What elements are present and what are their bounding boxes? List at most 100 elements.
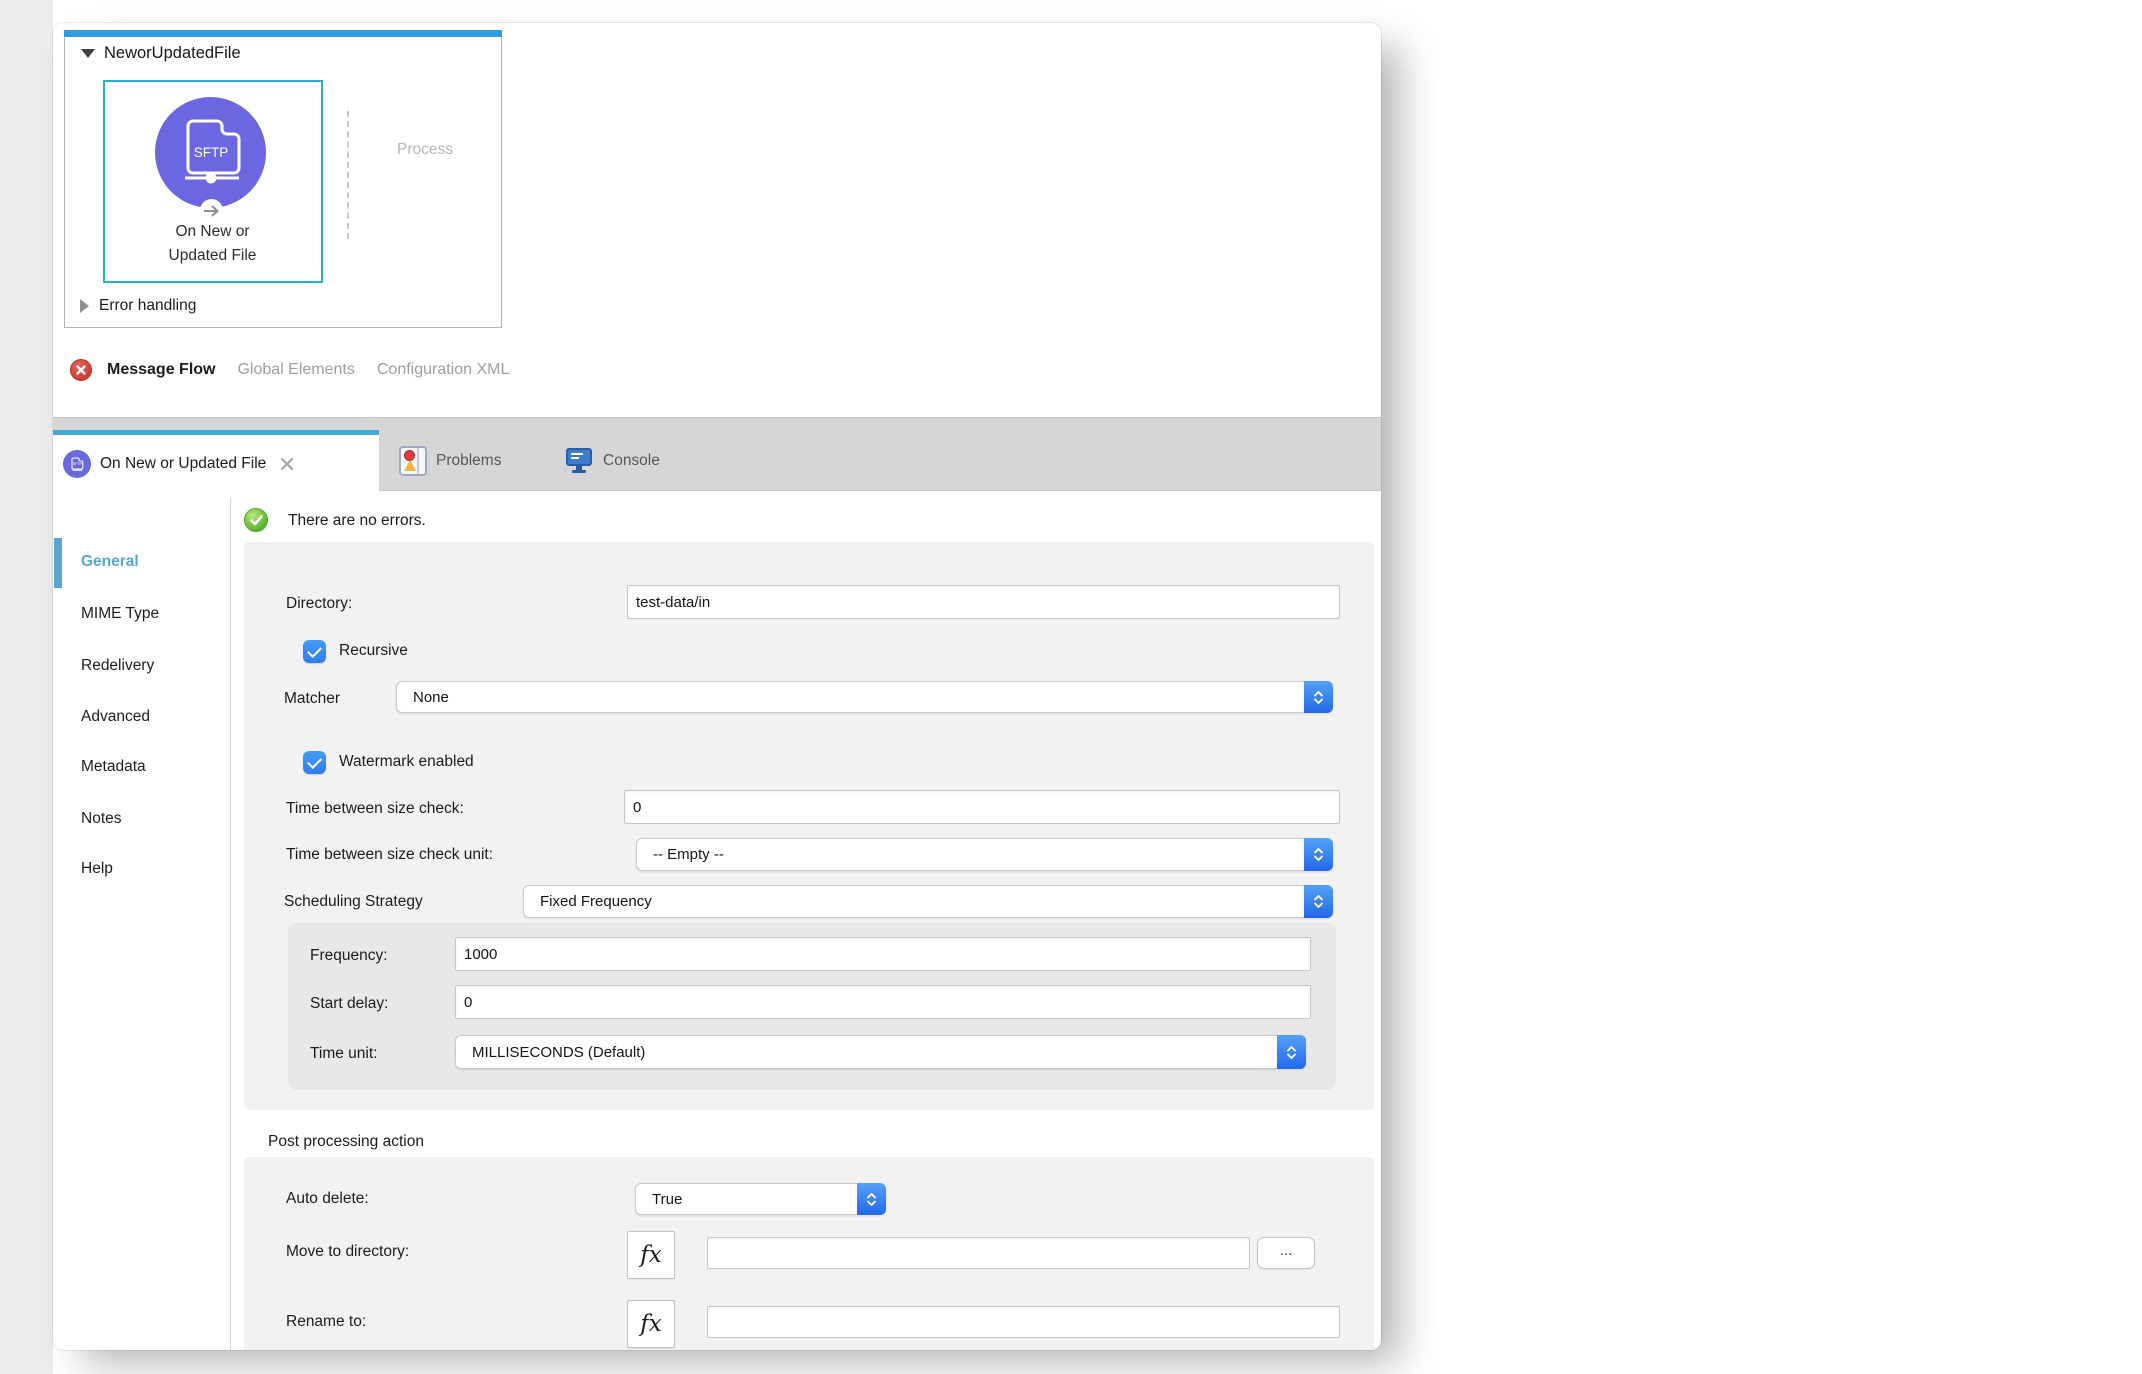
problems-label: Problems: [436, 452, 502, 469]
frequency-label: Frequency:: [310, 947, 388, 964]
flow-header[interactable]: NeworUpdatedFile: [81, 44, 241, 63]
sftp-tab-icon-text: SFTP: [73, 462, 83, 466]
size-check-label: Time between size check:: [286, 800, 464, 817]
scheduling-strategy-select[interactable]: Fixed Frequency: [523, 885, 1333, 918]
sftp-folder-icon: SFTP: [185, 119, 241, 184]
time-unit-select[interactable]: MILLISECONDS (Default): [455, 1035, 1306, 1069]
post-processing-panel: Auto delete: True Move to directory: fx …: [244, 1157, 1374, 1350]
tab-close-icon[interactable]: [278, 455, 296, 473]
move-to-directory-fx-button[interactable]: fx: [627, 1231, 675, 1279]
properties-tabbar: SFTP On New or Updated File Problems Con…: [53, 417, 1381, 492]
tab-label: On New or Updated File: [100, 454, 267, 472]
auto-delete-value: True: [652, 1190, 683, 1208]
move-to-directory-input[interactable]: [707, 1237, 1250, 1269]
console-icon-line: [571, 453, 583, 455]
auto-delete-select[interactable]: True: [635, 1183, 886, 1215]
flow-accent-bar: [64, 30, 502, 37]
chevron-up-down-icon: [1277, 1035, 1306, 1069]
check-icon: [307, 753, 322, 769]
app-window: NeworUpdatedFile SFTP On New or Updated …: [53, 23, 1381, 1350]
flow-error-badge-icon: [70, 359, 92, 381]
check-icon: [307, 642, 322, 658]
recursive-label: Recursive: [339, 642, 408, 659]
size-check-unit-select[interactable]: -- Empty --: [636, 838, 1333, 871]
sidebar-item-redelivery[interactable]: Redelivery: [81, 657, 154, 675]
status-message: There are no errors.: [288, 512, 426, 529]
console-icon: [566, 448, 594, 474]
desktop-gutter: [0, 0, 53, 1374]
rename-to-fx-button[interactable]: fx: [627, 1300, 675, 1348]
node-title-line1: On New or: [175, 223, 250, 240]
flow-canvas-container: NeworUpdatedFile SFTP On New or Updated …: [64, 30, 502, 328]
node-title: On New or Updated File: [105, 220, 320, 268]
frequency-input[interactable]: [455, 937, 1311, 971]
sftp-tab-icon: SFTP: [63, 449, 91, 478]
error-handling-label: Error handling: [99, 297, 197, 314]
sidebar-divider: [230, 497, 231, 1350]
watermark-checkbox[interactable]: [303, 751, 326, 774]
move-to-directory-browse-button[interactable]: ...: [1257, 1237, 1315, 1269]
sidebar-item-help[interactable]: Help: [81, 860, 113, 878]
start-delay-label: Start delay:: [310, 995, 389, 1012]
scheduling-strategy-value: Fixed Frequency: [540, 893, 652, 910]
sidebar-item-notes[interactable]: Notes: [81, 810, 122, 828]
no-errors-icon: [244, 508, 268, 532]
rename-to-input[interactable]: [707, 1306, 1340, 1338]
problems-icon-warning-triangle: [404, 460, 416, 471]
move-to-directory-label: Move to directory:: [286, 1243, 410, 1260]
view-message-flow[interactable]: Message Flow: [107, 361, 215, 379]
watermark-label: Watermark enabled: [339, 753, 474, 770]
screen: NeworUpdatedFile SFTP On New or Updated …: [0, 0, 2142, 1374]
post-processing-heading: Post processing action: [268, 1133, 424, 1150]
matcher-label: Matcher: [284, 690, 340, 707]
error-handling-section[interactable]: Error handling: [80, 297, 196, 315]
sftp-node-circle: SFTP: [155, 97, 266, 208]
recursive-checkbox[interactable]: [303, 640, 326, 663]
console-icon-base: [572, 470, 586, 473]
chevron-up-down-icon: [857, 1183, 886, 1215]
rename-to-label: Rename to:: [286, 1313, 367, 1330]
flow-name: NeworUpdatedFile: [104, 44, 241, 62]
start-delay-input[interactable]: [455, 985, 1311, 1019]
console-icon-line: [571, 457, 579, 459]
process-section-label: Process: [397, 141, 453, 158]
size-check-unit-value: -- Empty --: [653, 846, 724, 863]
tab-console[interactable]: Console: [566, 430, 660, 492]
flow-section-divider: [347, 111, 349, 239]
chevron-up-down-icon: [1304, 681, 1333, 713]
auto-delete-label: Auto delete:: [286, 1190, 369, 1207]
chevron-up-down-icon: [1304, 885, 1333, 918]
chevron-up-down-icon: [1304, 838, 1333, 871]
directory-label: Directory:: [286, 595, 353, 612]
view-global-elements[interactable]: Global Elements: [237, 361, 354, 379]
node-title-line2: Updated File: [168, 247, 257, 264]
flow-arrow-icon: [200, 199, 223, 222]
view-configuration-xml[interactable]: Configuration XML: [377, 361, 510, 379]
sidebar-item-mime-type[interactable]: MIME Type: [81, 605, 159, 623]
scheduler-subpanel: Frequency: Start delay: Time unit: MILLI…: [288, 923, 1336, 1090]
size-check-input[interactable]: [624, 790, 1340, 824]
general-settings-panel: Directory: Recursive Matcher None Waterm…: [244, 542, 1374, 1110]
scheduling-strategy-label: Scheduling Strategy: [284, 893, 423, 910]
directory-input[interactable]: [627, 585, 1340, 619]
time-unit-value: MILLISECONDS (Default): [472, 1043, 646, 1061]
console-label: Console: [603, 452, 660, 469]
time-unit-label: Time unit:: [310, 1045, 378, 1062]
size-check-unit-label: Time between size check unit:: [286, 846, 494, 863]
expand-triangle-icon[interactable]: [80, 299, 89, 313]
collapse-triangle-icon[interactable]: [81, 49, 95, 58]
console-icon-screen: [566, 448, 592, 466]
sidebar-item-metadata[interactable]: Metadata: [81, 758, 146, 776]
matcher-select[interactable]: None: [396, 681, 1333, 713]
editor-view-switcher: Message Flow Global Elements Configurati…: [70, 357, 509, 383]
sftp-source-node[interactable]: SFTP On New or Updated File: [103, 80, 323, 283]
problems-icon-fold: [417, 448, 419, 474]
sidebar-item-advanced[interactable]: Advanced: [81, 708, 150, 726]
tab-problems[interactable]: Problems: [399, 430, 501, 492]
sidebar-active-indicator: [54, 538, 62, 588]
problems-icon: [399, 446, 427, 476]
sftp-icon-text: SFTP: [194, 145, 229, 160]
matcher-select-value: None: [413, 688, 449, 706]
sidebar-item-general[interactable]: General: [81, 553, 139, 571]
tab-on-new-or-updated-file[interactable]: SFTP On New or Updated File: [53, 430, 379, 492]
